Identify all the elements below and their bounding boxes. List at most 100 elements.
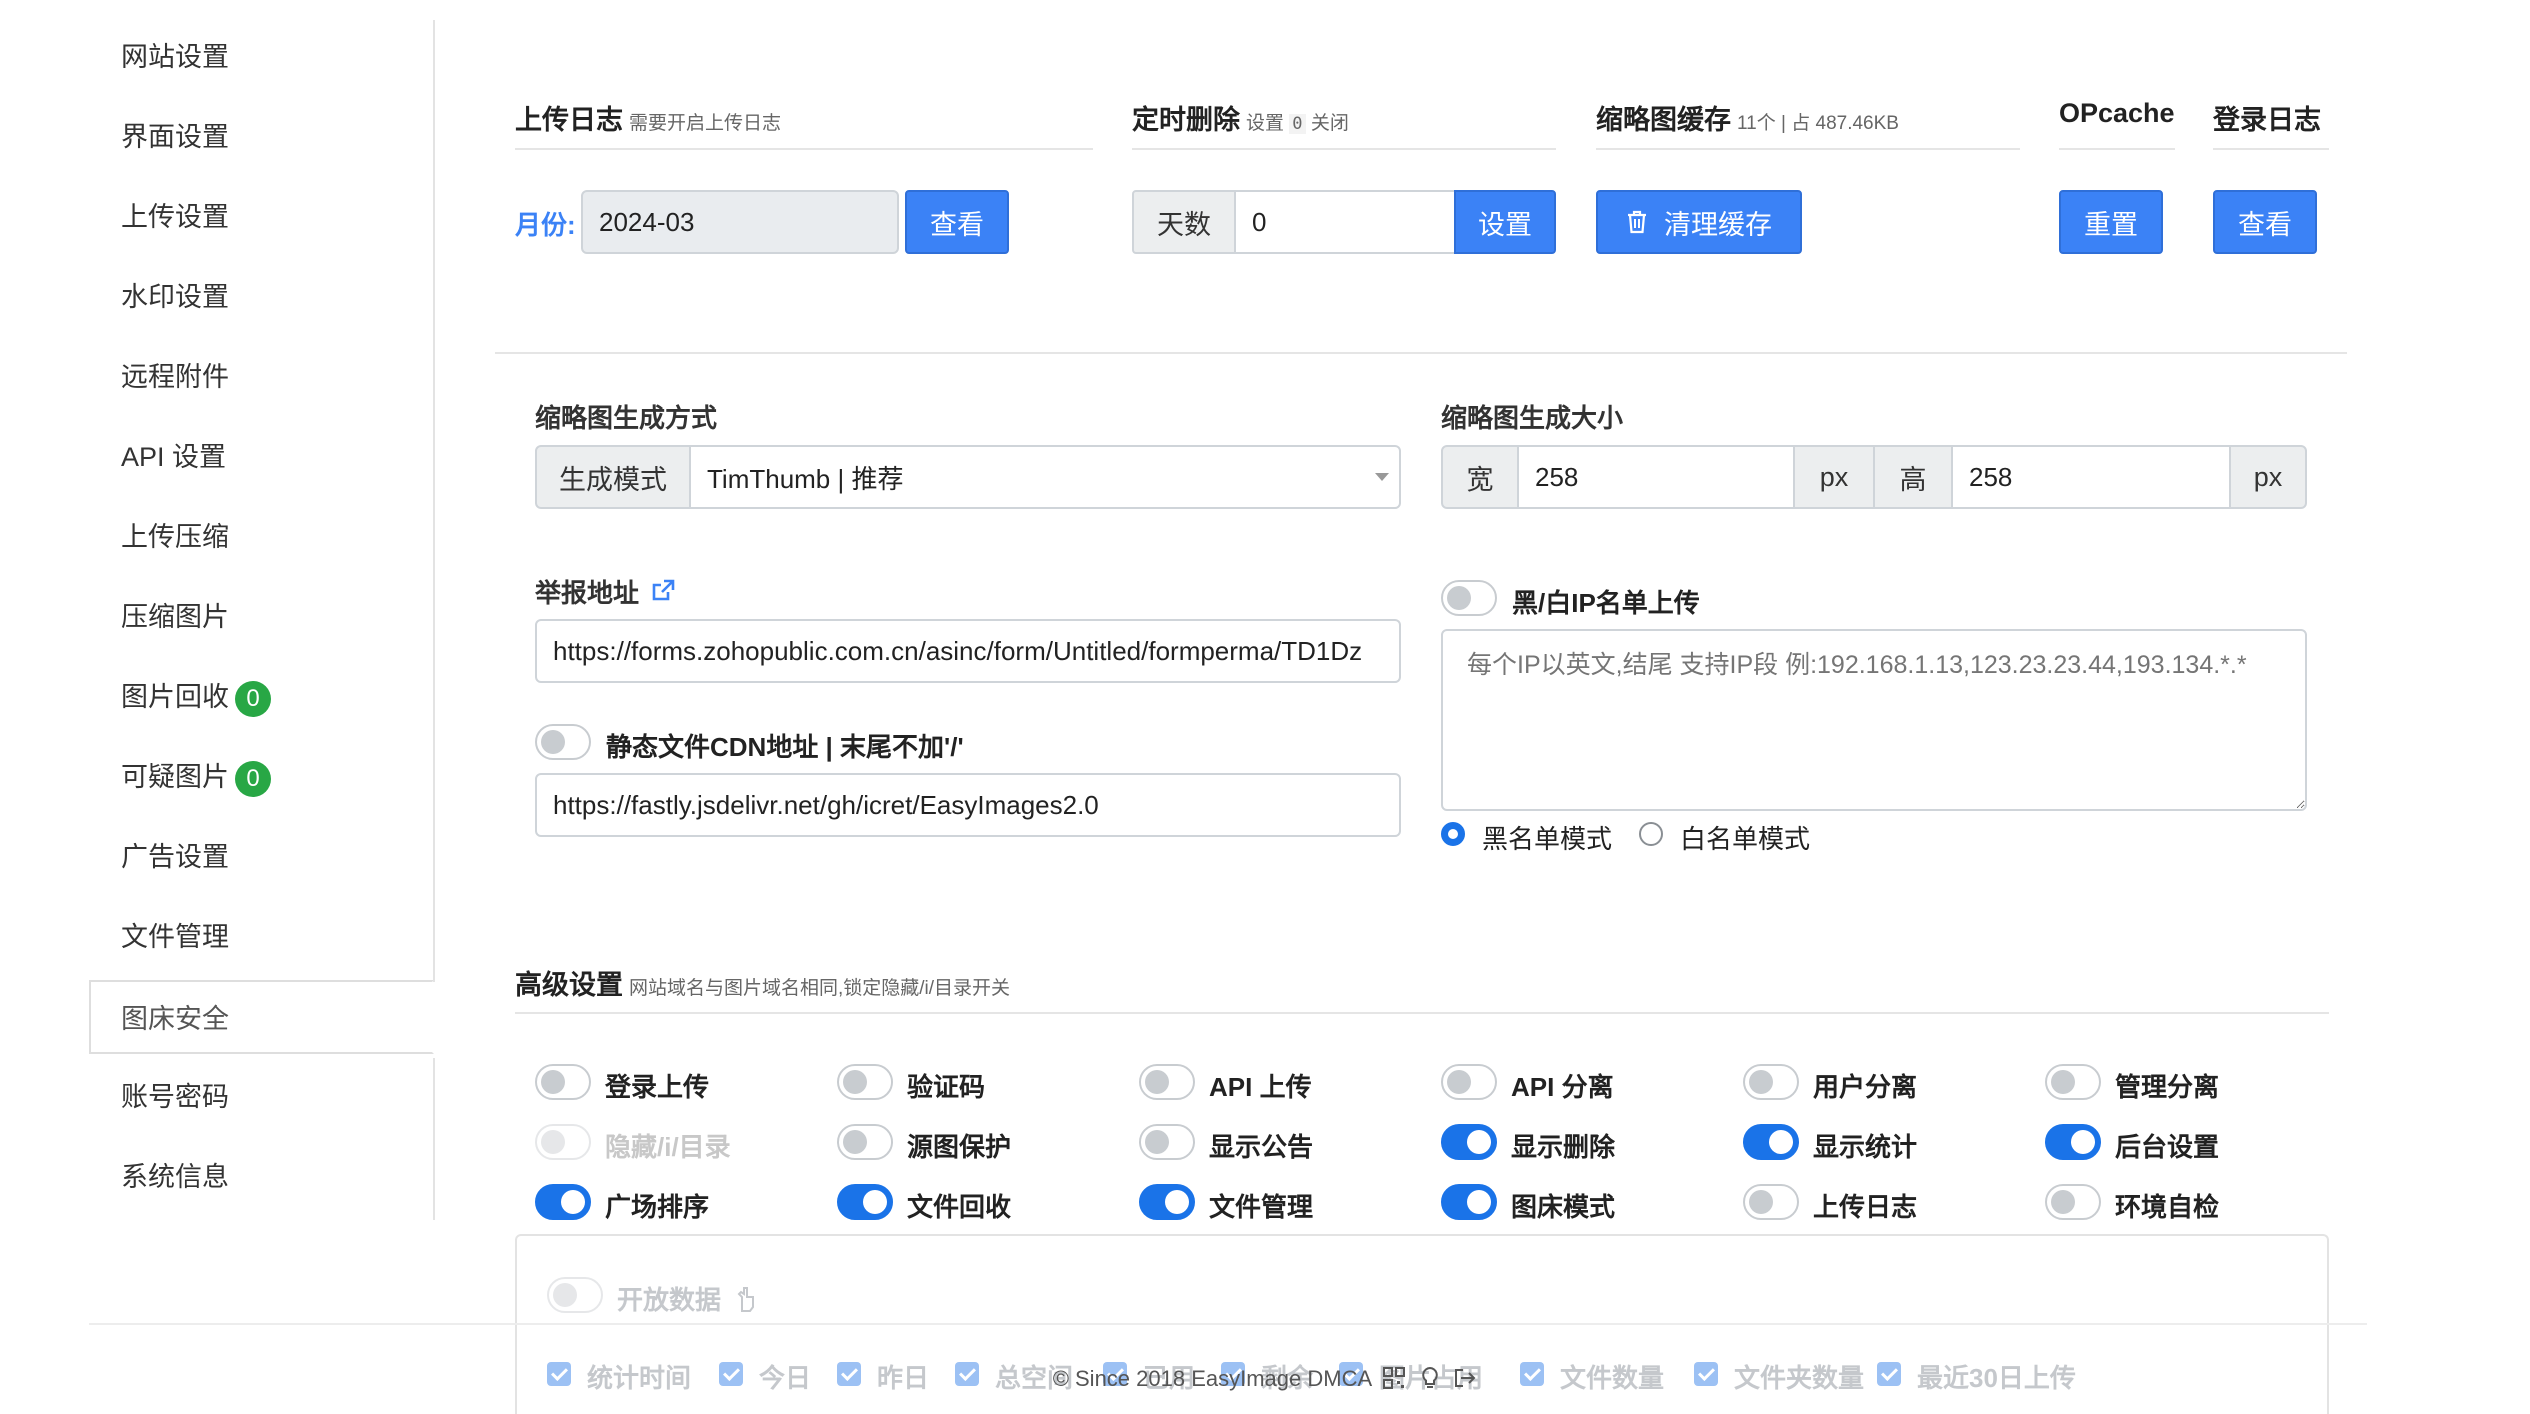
footer-divider	[89, 1323, 2367, 1325]
sidebar-item[interactable]: 账号密码	[89, 1060, 434, 1134]
setting-toggle	[535, 1124, 591, 1160]
days-addon: 天数	[1132, 190, 1236, 254]
login-log-view-button[interactable]: 查看	[2213, 190, 2317, 254]
clear-cache-button[interactable]: 清理缓存	[1596, 190, 1802, 254]
sidebar-item[interactable]: 可疑图片 0	[89, 740, 434, 814]
sidebar-item[interactable]: 图片回收 0	[89, 660, 434, 734]
setting-toggle[interactable]	[2045, 1184, 2101, 1220]
login-log-title: 登录日志	[2213, 105, 2321, 135]
setting-toggle[interactable]	[535, 1064, 591, 1100]
sidebar-item-label: 远程附件	[121, 362, 229, 392]
setting-toggle[interactable]	[1139, 1184, 1195, 1220]
days-input[interactable]: 0	[1234, 190, 1456, 254]
setting-toggle-label: 显示删除	[1511, 1132, 1616, 1162]
ip-list-toggle[interactable]	[1441, 580, 1497, 616]
trash-icon	[1628, 210, 1646, 234]
height-unit-addon: px	[2229, 445, 2307, 509]
cdn-url-input[interactable]: https://fastly.jsdelivr.net/gh/icret/Eas…	[535, 773, 1401, 837]
setting-toggle[interactable]	[2045, 1064, 2101, 1100]
lightbulb-icon[interactable]	[1421, 1366, 1439, 1390]
sidebar-nav: 网站设置 界面设置 上传设置 水印设置 远程附件 API 设置 上传压缩 压缩图片 图片回收 0 可…	[89, 20, 434, 1220]
height-addon: 高	[1873, 445, 1953, 509]
thumb-method-label: 缩略图生成方式	[535, 403, 718, 433]
opcache-reset-button[interactable]: 重置	[2059, 190, 2163, 254]
sidebar-item-label: 水印设置	[121, 282, 229, 312]
sidebar-item[interactable]: 文件管理	[89, 900, 434, 974]
open-data-toggle[interactable]	[547, 1277, 603, 1313]
qrcode-icon[interactable]	[1383, 1367, 1406, 1389]
setting-toggle-label: 文件回收	[907, 1192, 1012, 1222]
sidebar-item[interactable]: API 设置	[89, 420, 434, 494]
setting-toggle-label: 广场排序	[605, 1192, 710, 1222]
sidebar-item[interactable]: 界面设置	[89, 100, 434, 174]
month-label: 月份:	[515, 210, 576, 240]
sidebar-item-label: 文件管理	[121, 922, 229, 952]
setting-toggle-label: 环境自检	[2115, 1192, 2220, 1222]
setting-toggle[interactable]	[837, 1124, 893, 1160]
timed-delete-title: 定时删除 设置 0 关闭	[1132, 105, 1349, 135]
setting-toggle-label: 上传日志	[1813, 1192, 1918, 1222]
sidebar-item-label: 上传压缩	[121, 522, 229, 552]
setting-toggle-label: 显示公告	[1209, 1132, 1314, 1162]
white-mode-radio[interactable]	[1639, 822, 1663, 846]
sidebar-item-label: 账号密码	[121, 1082, 229, 1112]
sidebar-item[interactable]: 远程附件	[89, 340, 434, 414]
setting-toggle[interactable]	[1441, 1184, 1497, 1220]
black-mode-radio[interactable]	[1441, 822, 1465, 846]
chevron-down-icon	[1375, 473, 1389, 481]
divider	[2059, 148, 2175, 150]
setting-toggle-label: 文件管理	[1209, 1192, 1314, 1222]
external-link-icon[interactable]	[650, 578, 676, 604]
sidebar-item[interactable]: 广告设置	[89, 820, 434, 894]
setting-toggle[interactable]	[1139, 1064, 1195, 1100]
width-addon: 宽	[1441, 445, 1519, 509]
sidebar-item[interactable]: 上传设置	[89, 180, 434, 254]
open-data-label: 开放数据	[617, 1280, 758, 1317]
setting-toggle[interactable]	[1743, 1064, 1799, 1100]
setting-toggle[interactable]	[837, 1184, 893, 1220]
logout-icon[interactable]	[1453, 1367, 1477, 1389]
upload-log-view-button[interactable]: 查看	[905, 190, 1009, 254]
timed-delete-set-button[interactable]: 设置	[1454, 190, 1556, 254]
sidebar-item[interactable]: 网站设置	[89, 20, 434, 94]
count-badge: 0	[235, 760, 271, 797]
width-unit-addon: px	[1793, 445, 1875, 509]
setting-toggle[interactable]	[2045, 1124, 2101, 1160]
divider	[515, 1012, 2329, 1014]
setting-toggle-label: 源图保护	[907, 1132, 1012, 1162]
setting-toggle-label: API 上传	[1209, 1072, 1312, 1102]
setting-toggle[interactable]	[535, 1184, 591, 1220]
setting-toggle[interactable]	[1743, 1124, 1799, 1160]
sidebar-item-label: 图片回收	[121, 682, 229, 712]
setting-toggle[interactable]	[837, 1064, 893, 1100]
setting-toggle[interactable]	[1139, 1124, 1195, 1160]
setting-toggle-label: 图床模式	[1511, 1192, 1616, 1222]
divider	[2213, 148, 2329, 150]
thumb-mode-select[interactable]: TimThumb | 推荐	[689, 445, 1401, 509]
setting-toggle[interactable]	[1441, 1124, 1497, 1160]
month-input[interactable]: 2024-03	[581, 190, 899, 254]
sidebar-divider	[433, 1058, 435, 1220]
thumb-size-label: 缩略图生成大小	[1441, 403, 1624, 433]
setting-toggle[interactable]	[1441, 1064, 1497, 1100]
count-badge: 0	[235, 680, 271, 717]
sidebar-item[interactable]: 压缩图片	[89, 580, 434, 654]
ip-list-textarea[interactable]	[1441, 629, 2307, 811]
black-mode-label: 黑名单模式	[1482, 824, 1613, 854]
setting-toggle-label: 隐藏/i/目录	[605, 1132, 731, 1162]
sidebar-item-label: 广告设置	[121, 842, 229, 872]
thumb-mode-value: TimThumb | 推荐	[707, 463, 904, 494]
footer-text: © Since 2018 EasyImage DMCA	[1052, 1366, 1371, 1391]
report-url-input[interactable]: https://forms.zohopublic.com.cn/asinc/fo…	[535, 619, 1401, 683]
setting-toggle[interactable]	[1743, 1184, 1799, 1220]
sidebar-item[interactable]: 上传压缩	[89, 500, 434, 574]
sidebar-item[interactable]: 水印设置	[89, 260, 434, 334]
thumb-height-input[interactable]: 258	[1951, 445, 2231, 509]
thumb-width-input[interactable]: 258	[1517, 445, 1795, 509]
sidebar-item[interactable]: 图床安全	[89, 980, 434, 1054]
sidebar-item-label: 上传设置	[121, 202, 229, 232]
hand-icon	[737, 1287, 755, 1312]
setting-toggle-label: 管理分离	[2115, 1072, 2220, 1102]
cdn-toggle[interactable]	[535, 724, 591, 760]
sidebar-item[interactable]: 系统信息	[89, 1140, 434, 1214]
